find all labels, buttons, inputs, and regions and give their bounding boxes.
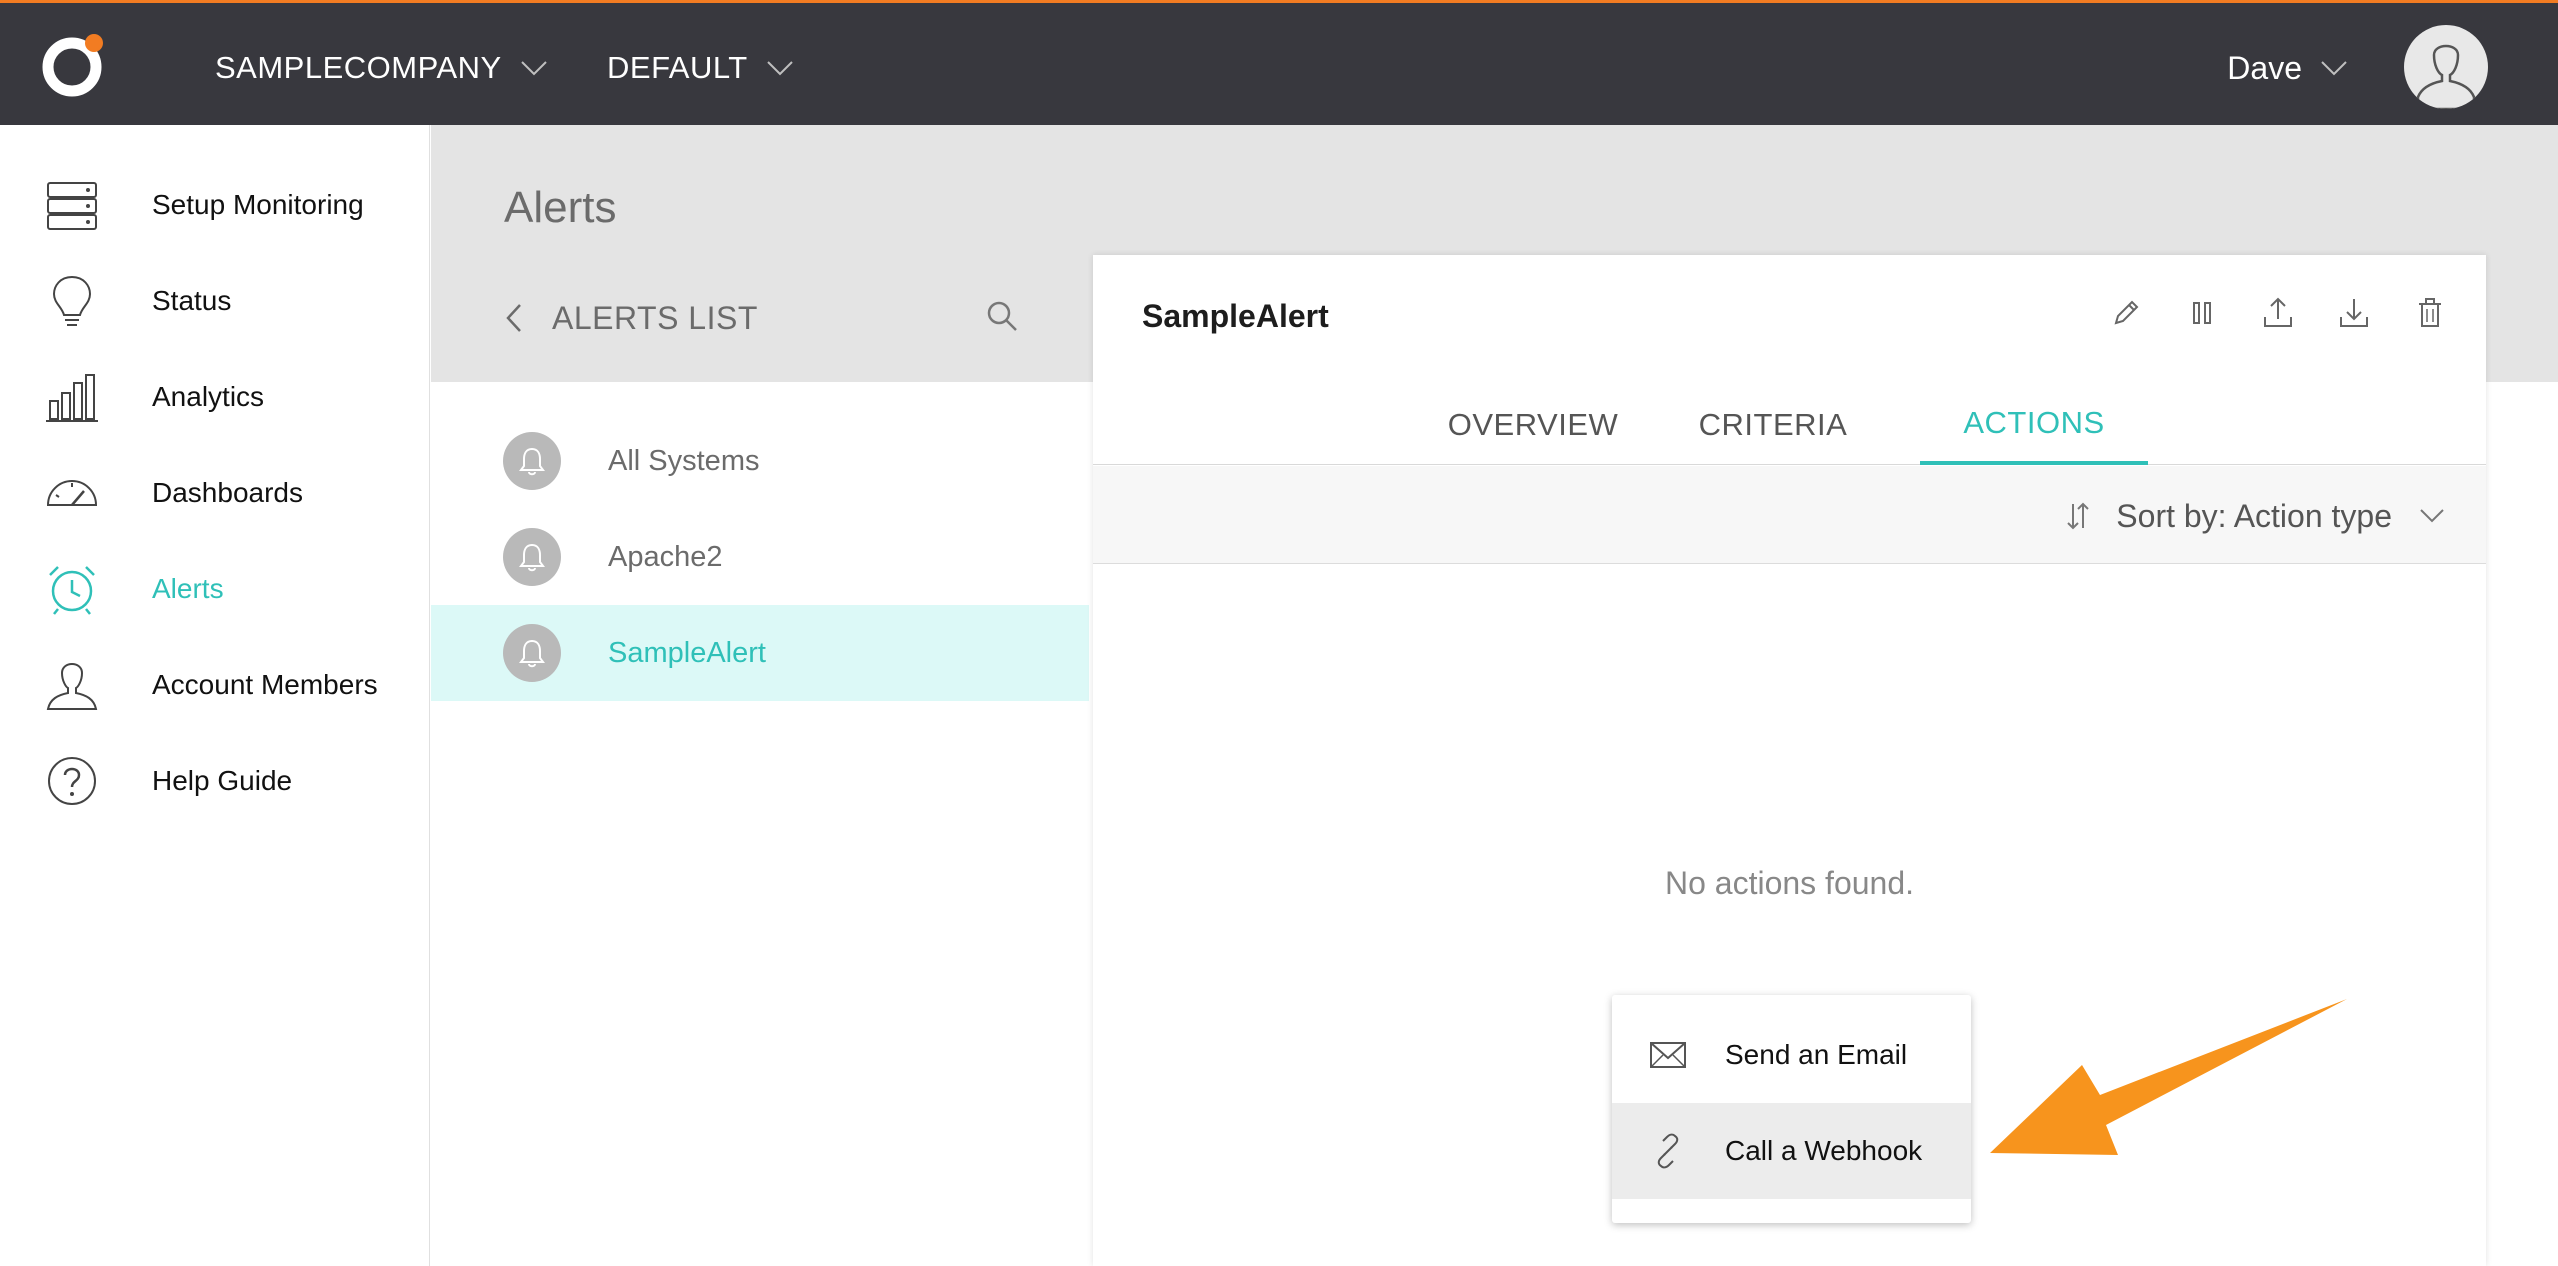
- user-menu[interactable]: Dave: [2227, 43, 2348, 93]
- alert-title: SampleAlert: [1142, 298, 1329, 334]
- menu-item-label: Call a Webhook: [1725, 1135, 1923, 1166]
- pause-icon[interactable]: [2184, 295, 2220, 331]
- sort-label: Sort by: Action type: [2116, 497, 2392, 534]
- environment-selector[interactable]: DEFAULT: [607, 43, 794, 93]
- sidebar-item-label: Account Members: [152, 669, 378, 700]
- sort-icon: [2067, 502, 2090, 530]
- chevron-down-icon: [2420, 509, 2444, 523]
- sidebar-item-label: Alerts: [152, 573, 224, 604]
- detail-tabs: OVERVIEW CRITERIA ACTIONS: [1093, 385, 2486, 465]
- sort-bar: Sort by: Action type: [1093, 466, 2486, 564]
- bell-icon: [503, 432, 561, 490]
- user-silhouette-icon: [2416, 44, 2476, 109]
- search-icon[interactable]: [984, 298, 1020, 334]
- question-icon: [48, 757, 96, 805]
- sidebar-item-label: Status: [152, 285, 232, 316]
- bar-chart-icon: [46, 374, 98, 422]
- tab-criteria[interactable]: CRITERIA: [1673, 385, 1873, 465]
- alerts-list-header: ALERTS LIST: [504, 292, 1024, 344]
- sidebar-item-setup-monitoring[interactable]: Setup Monitoring: [0, 157, 430, 253]
- list-item-selected[interactable]: SampleAlert: [431, 605, 1089, 701]
- chevron-down-icon: [521, 61, 547, 76]
- chevron-down-icon: [767, 61, 793, 76]
- tab-overview[interactable]: OVERVIEW: [1433, 385, 1633, 465]
- menu-item-send-email[interactable]: Send an Email: [1612, 1007, 1971, 1103]
- list-item[interactable]: All Systems: [431, 413, 1089, 509]
- alerts-list-title: ALERTS LIST: [552, 299, 758, 336]
- upload-icon[interactable]: [2260, 295, 2296, 331]
- alert-name: SampleAlert: [608, 636, 766, 669]
- bell-icon: [503, 624, 561, 682]
- add-action-menu: Send an Email Call a Webhook: [1612, 995, 1971, 1223]
- top-bar: SAMPLECOMPANY DEFAULT Dave: [0, 0, 2558, 125]
- sidebar-item-label: Dashboards: [152, 477, 303, 508]
- sidebar: Setup Monitoring Status Analytics Dashbo…: [0, 125, 430, 1266]
- annotation-arrow: [1990, 999, 2347, 1155]
- tab-actions[interactable]: ACTIONS: [1920, 385, 2148, 465]
- link-icon: [1657, 1133, 1679, 1169]
- alert-toolbar: [2108, 295, 2448, 331]
- company-selector[interactable]: SAMPLECOMPANY: [215, 43, 548, 93]
- user-icon: [46, 663, 98, 710]
- sidebar-item-label: Setup Monitoring: [152, 189, 364, 220]
- bell-icon: [503, 528, 561, 586]
- gauge-icon: [46, 480, 98, 506]
- sidebar-item-help-guide[interactable]: Help Guide: [0, 733, 430, 829]
- avatar[interactable]: [2404, 25, 2488, 109]
- sidebar-item-alerts[interactable]: Alerts: [0, 541, 430, 637]
- chevron-left-icon[interactable]: [504, 301, 526, 335]
- chevron-down-icon: [2321, 61, 2347, 76]
- sort-selector[interactable]: Sort by: Action type: [2060, 494, 2446, 538]
- sidebar-item-status[interactable]: Status: [0, 253, 430, 349]
- sidebar-item-account-members[interactable]: Account Members: [0, 637, 430, 733]
- sidebar-item-label: Help Guide: [152, 765, 293, 796]
- alarm-clock-icon: [49, 566, 95, 615]
- alert-name: All Systems: [608, 444, 760, 477]
- menu-item-label: Send an Email: [1725, 1039, 1908, 1070]
- page-title: Alerts: [504, 183, 617, 232]
- alert-name: Apache2: [608, 540, 723, 573]
- app-logo[interactable]: [38, 29, 110, 101]
- list-item[interactable]: Apache2: [431, 509, 1089, 605]
- lightbulb-icon: [52, 275, 92, 326]
- empty-state-message: No actions found.: [1664, 865, 1915, 901]
- download-icon[interactable]: [2336, 295, 2372, 331]
- server-icon: [47, 182, 97, 230]
- sidebar-item-analytics[interactable]: Analytics: [0, 349, 430, 445]
- sidebar-item-label: Analytics: [152, 381, 265, 412]
- envelope-icon: [1650, 1042, 1686, 1068]
- menu-item-call-webhook[interactable]: Call a Webhook: [1612, 1103, 1971, 1199]
- trash-icon[interactable]: [2412, 295, 2448, 331]
- sidebar-item-dashboards[interactable]: Dashboards: [0, 445, 430, 541]
- user-name: Dave: [2227, 49, 2302, 86]
- environment-name: DEFAULT: [607, 50, 748, 85]
- pencil-icon[interactable]: [2108, 295, 2144, 331]
- company-name: SAMPLECOMPANY: [215, 50, 502, 85]
